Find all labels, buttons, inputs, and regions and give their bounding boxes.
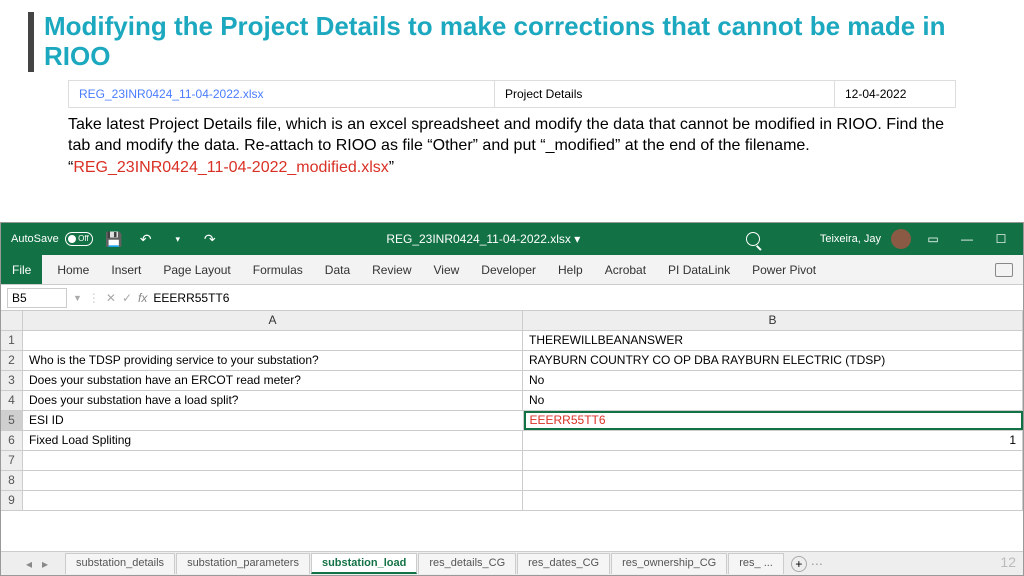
excel-window: AutoSave Off 💾 ↶ ▾ ↷ REG_23INR0424_11-04… (0, 222, 1024, 576)
tab-view[interactable]: View (423, 255, 471, 284)
formula-input[interactable]: EEERR55TT6 (153, 291, 1017, 305)
file-date: 12-04-2022 (835, 81, 955, 107)
cell-b1[interactable]: THEREWILLBEANANSWER (523, 331, 1023, 350)
cell-b8[interactable] (523, 471, 1023, 490)
tab-data[interactable]: Data (314, 255, 361, 284)
cell-b7[interactable] (523, 451, 1023, 470)
slide-number: 12 (1000, 554, 1016, 570)
sheet-tab-substation_parameters[interactable]: substation_parameters (176, 553, 310, 574)
row-header[interactable]: 4 (1, 391, 23, 410)
sheet-tab-res_details_CG[interactable]: res_details_CG (418, 553, 516, 574)
fx-label[interactable]: fx (138, 291, 147, 305)
cell-b3[interactable]: No (523, 371, 1023, 390)
row-header[interactable]: 1 (1, 331, 23, 350)
cell-a3[interactable]: Does your substation have an ERCOT read … (23, 371, 523, 390)
sheet-tab-res_dates_CG[interactable]: res_dates_CG (517, 553, 610, 574)
redo-icon[interactable]: ↷ (199, 228, 221, 250)
tab-powerpivot[interactable]: Power Pivot (741, 255, 827, 284)
tab-formulas[interactable]: Formulas (242, 255, 314, 284)
col-b-header[interactable]: B (523, 311, 1023, 330)
instr-end: ” (389, 159, 394, 176)
namebox-dropdown-icon[interactable]: ▼ (73, 293, 82, 303)
instr-filename: REG_23INR0424_11-04-2022_modified.xlsx (73, 159, 388, 176)
file-link[interactable]: REG_23INR0424_11-04-2022.xlsx (69, 81, 495, 107)
maximize-button[interactable]: ☐ (989, 227, 1013, 251)
row-header[interactable]: 6 (1, 431, 23, 450)
cell-b5[interactable]: EEERR55TT6 (524, 411, 1024, 430)
tab-home[interactable]: Home (46, 255, 100, 284)
avatar[interactable] (891, 229, 911, 249)
ribbon-mode-icon[interactable]: ▭ (921, 227, 945, 251)
excel-filename: REG_23INR0424_11-04-2022.xlsx ▾ (231, 232, 736, 246)
tab-insert[interactable]: Insert (100, 255, 152, 284)
sheet-tab-substation_details[interactable]: substation_details (65, 553, 175, 574)
cell-a8[interactable] (23, 471, 523, 490)
enter-icon[interactable]: ✓ (122, 291, 132, 305)
sheet-tab-res_ownership_CG[interactable]: res_ownership_CG (611, 553, 727, 574)
tab-help[interactable]: Help (547, 255, 594, 284)
tab-pagelayout[interactable]: Page Layout (152, 255, 241, 284)
cell-a2[interactable]: Who is the TDSP providing service to you… (23, 351, 523, 370)
cell-a1[interactable] (23, 331, 523, 350)
select-all-corner[interactable] (1, 311, 23, 330)
user-name: Teixeira, Jay (820, 233, 881, 245)
row-header[interactable]: 3 (1, 371, 23, 390)
undo-icon[interactable]: ↶ (135, 228, 157, 250)
dropdown-icon[interactable]: ▾ (167, 228, 189, 250)
cell-b4[interactable]: No (523, 391, 1023, 410)
tab-pidatalink[interactable]: PI DataLink (657, 255, 741, 284)
spreadsheet-grid[interactable]: A B 1 THEREWILLBEANANSWER 2Who is the TDSP… (1, 311, 1023, 511)
cell-a7[interactable] (23, 451, 523, 470)
autosave-label: AutoSave (11, 233, 59, 245)
tab-developer[interactable]: Developer (470, 255, 547, 284)
autosave-toggle[interactable]: AutoSave Off (11, 232, 93, 246)
cell-a6[interactable]: Fixed Load Spliting (23, 431, 523, 450)
row-header[interactable]: 8 (1, 471, 23, 490)
cell-a4[interactable]: Does your substation have a load split? (23, 391, 523, 410)
tab-acrobat[interactable]: Acrobat (594, 255, 657, 284)
row-header[interactable]: 7 (1, 451, 23, 470)
cancel-icon[interactable]: ✕ (106, 291, 116, 305)
col-a-header[interactable]: A (23, 311, 523, 330)
sheet-tab-substation_load[interactable]: substation_load (311, 553, 417, 574)
row-header[interactable]: 9 (1, 491, 23, 510)
name-box[interactable]: B5 (7, 288, 67, 308)
file-info-bar: REG_23INR0424_11-04-2022.xlsx Project De… (68, 80, 956, 108)
cell-a9[interactable] (23, 491, 523, 510)
tab-nav-next-icon[interactable]: ▸ (37, 557, 53, 571)
tab-review[interactable]: Review (361, 255, 422, 284)
cell-b2[interactable]: RAYBURN COUNTRY CO OP DBA RAYBURN ELECTR… (523, 351, 1023, 370)
add-sheet-button[interactable]: + (791, 556, 807, 572)
save-icon[interactable]: 💾 (103, 228, 125, 250)
row-header[interactable]: 2 (1, 351, 23, 370)
cell-a5[interactable]: ESI ID (23, 411, 524, 430)
instructions: Take latest Project Details file, which … (68, 114, 956, 179)
search-icon[interactable] (746, 232, 760, 246)
sheet-tab-res_ ...[interactable]: res_ ... (728, 553, 784, 574)
file-desc: Project Details (495, 81, 835, 107)
toggle-switch[interactable]: Off (65, 232, 93, 246)
sheet-tabs: ◂ ▸ substation_detailssubstation_paramet… (1, 551, 1023, 575)
slide-title: Modifying the Project Details to make co… (28, 12, 996, 72)
cell-b9[interactable] (523, 491, 1023, 510)
excel-titlebar: AutoSave Off 💾 ↶ ▾ ↷ REG_23INR0424_11-04… (1, 223, 1023, 255)
minimize-button[interactable]: — (955, 227, 979, 251)
tab-nav-prev-icon[interactable]: ◂ (21, 557, 37, 571)
cell-b6[interactable]: 1 (523, 431, 1023, 450)
comment-icon[interactable] (995, 263, 1013, 277)
tab-file[interactable]: File (1, 255, 42, 284)
formula-bar: B5 ▼ ⋮ ✕ ✓ fx EEERR55TT6 (1, 285, 1023, 311)
row-header[interactable]: 5 (1, 411, 23, 430)
ribbon-tabs: File Home Insert Page Layout Formulas Da… (1, 255, 1023, 285)
